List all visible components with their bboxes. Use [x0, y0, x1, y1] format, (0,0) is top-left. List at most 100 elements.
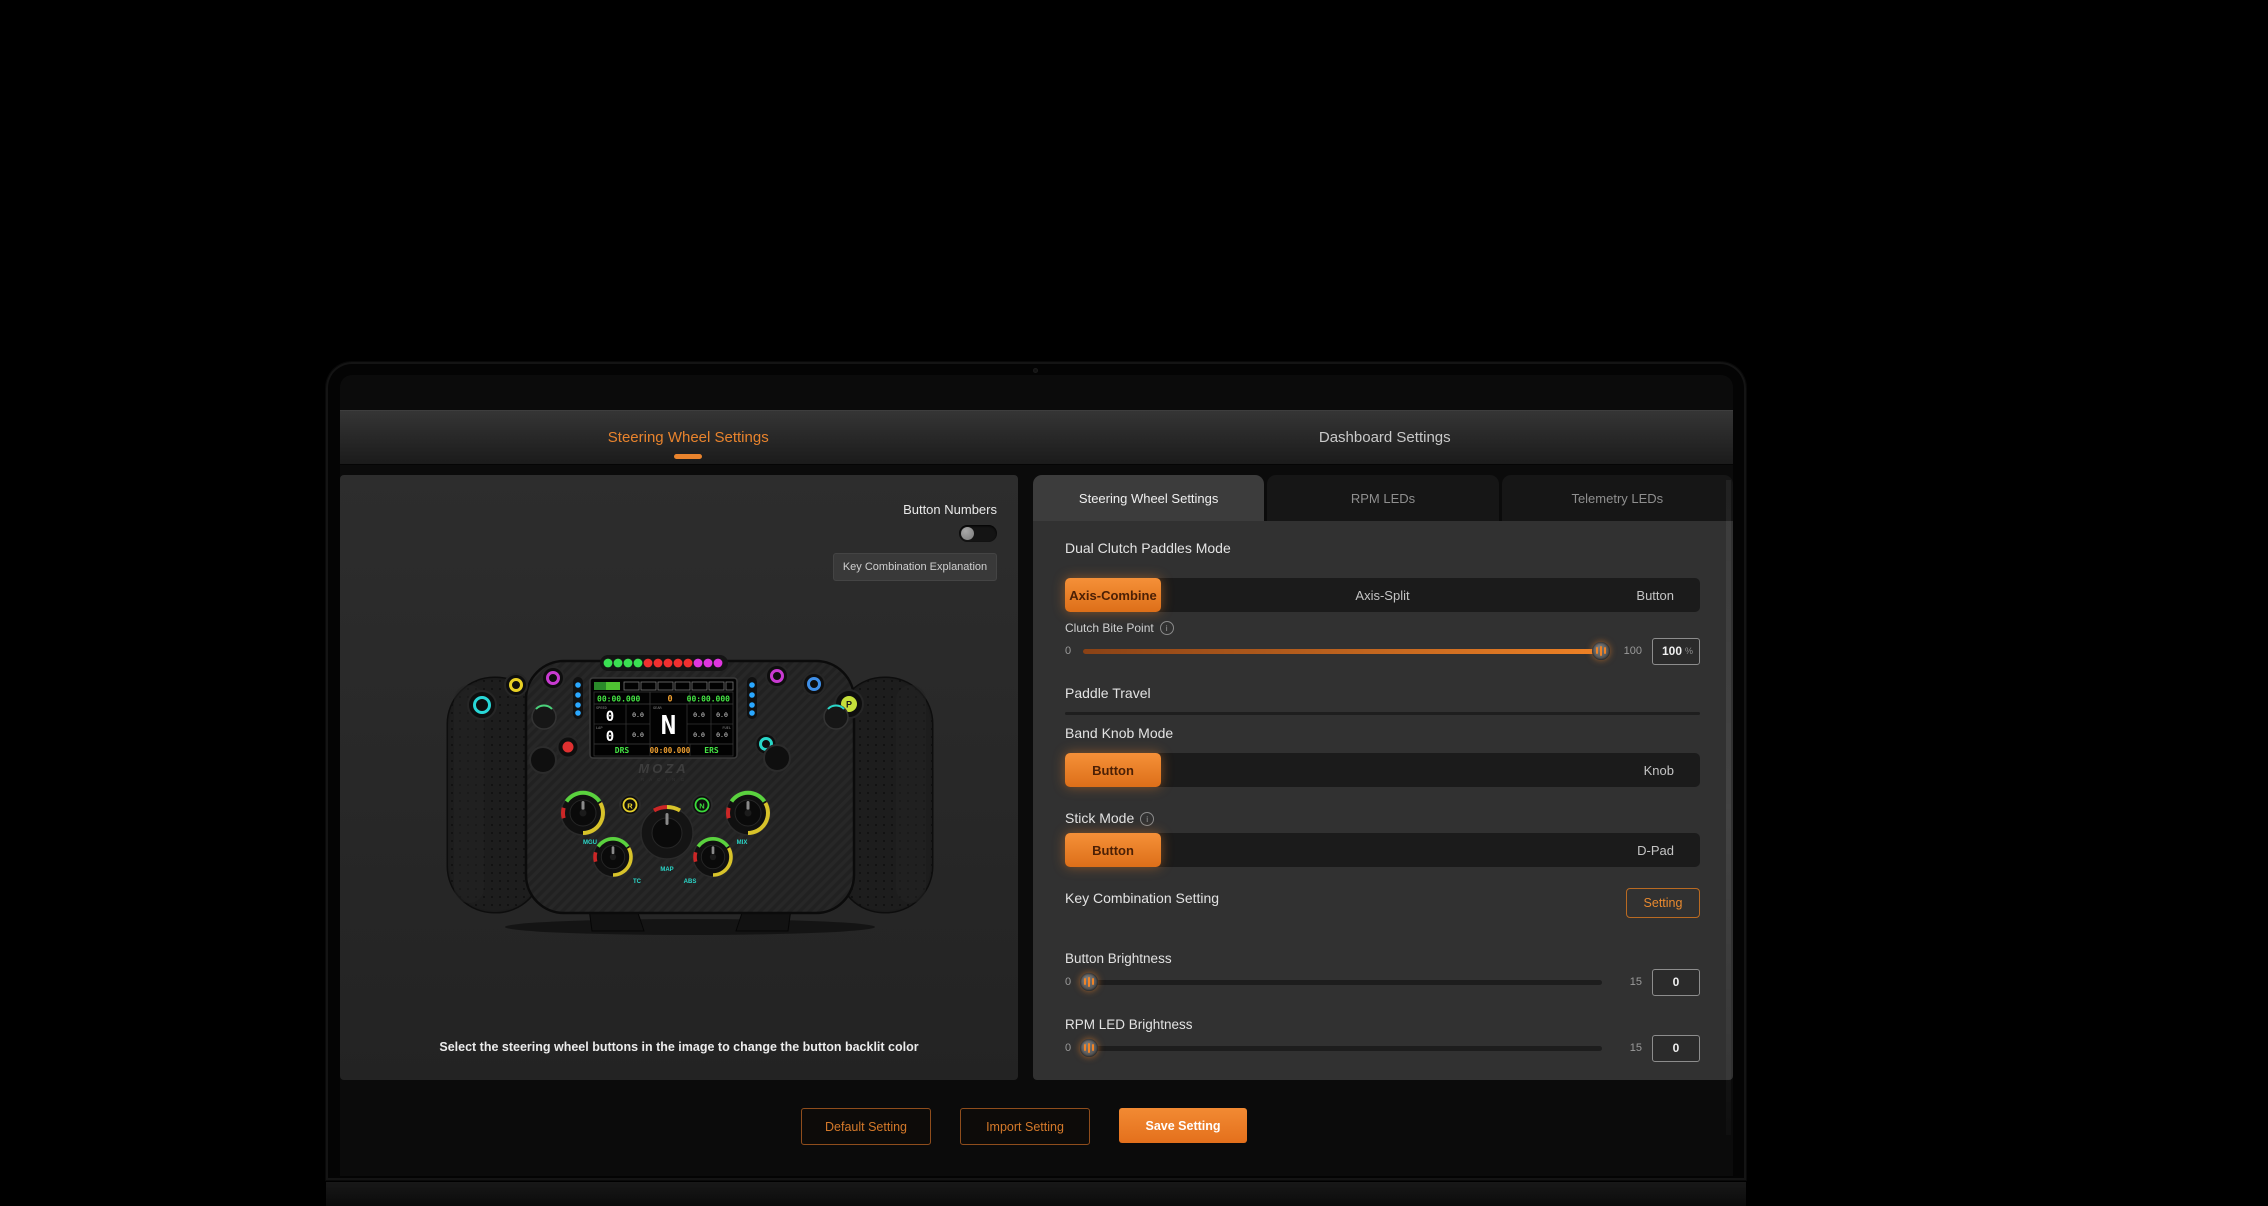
slider-track[interactable]: [1083, 980, 1602, 985]
tab-telemetry-leds[interactable]: Telemetry LEDs: [1502, 475, 1733, 521]
right-funky-switch: [764, 745, 790, 771]
clutch-bite-point-input[interactable]: [1659, 644, 1685, 658]
button-red: [563, 742, 574, 753]
stick-mode-segmented-control: Button D-Pad: [1065, 833, 1700, 867]
svg-text:0: 0: [606, 729, 614, 745]
tab-steering-wheel-settings-inner[interactable]: Steering Wheel Settings: [1033, 475, 1264, 521]
slider-handle[interactable]: [1080, 973, 1098, 991]
mgu-knob: [561, 791, 605, 835]
svg-text:MGU: MGU: [583, 840, 597, 846]
option-dpad[interactable]: D-Pad: [1637, 833, 1674, 867]
svg-text:N: N: [699, 802, 704, 811]
save-setting-button[interactable]: Save Setting: [1119, 1108, 1247, 1143]
option-axis-split[interactable]: Axis-Split: [1065, 578, 1700, 612]
svg-text:MIX: MIX: [737, 840, 748, 846]
svg-text:N: N: [661, 711, 677, 741]
option-stick-button[interactable]: Button: [1065, 833, 1161, 867]
settings-content: Dual Clutch Paddles Mode Axis-Combine Ax…: [1033, 521, 1733, 1080]
slider-track[interactable]: [1083, 1046, 1602, 1051]
active-tab-indicator: [674, 454, 702, 459]
right-flag-leds: [747, 677, 757, 719]
button-brightness-input[interactable]: [1663, 975, 1689, 989]
svg-text:0.0: 0.0: [716, 731, 728, 739]
wheel-caption: Select the steering wheel buttons in the…: [340, 1040, 1018, 1054]
button-brightness-label: Button Brightness: [1065, 951, 1172, 966]
svg-text:0: 0: [667, 695, 672, 705]
app-window: Steering Wheel Settings Dashboard Settin…: [340, 375, 1733, 1176]
rpm-led-brightness-slider: 0 15: [1065, 1037, 1700, 1059]
svg-text:R: R: [627, 802, 633, 811]
left-funky-switch: [530, 747, 556, 773]
svg-text:0.0: 0.0: [632, 711, 644, 719]
info-icon[interactable]: i: [1140, 812, 1154, 826]
tc-knob: [593, 837, 633, 877]
svg-text:0: 0: [606, 709, 614, 725]
rpm-led-brightness-input[interactable]: [1663, 1041, 1689, 1055]
tab-rpm-leds[interactable]: RPM LEDs: [1267, 475, 1498, 521]
screen-edge-glare: [1726, 480, 1731, 1135]
abs-knob: [693, 837, 733, 877]
band-knob-segmented-control: Button Knob: [1065, 753, 1700, 787]
n-button[interactable]: N: [692, 795, 712, 815]
svg-text:ABS: ABS: [684, 879, 697, 885]
toggle-knob: [961, 527, 974, 540]
tab-dashboard-settings[interactable]: Dashboard Settings: [1037, 411, 1734, 464]
info-icon[interactable]: i: [1160, 621, 1174, 635]
button-numbers-toggle[interactable]: [959, 525, 997, 542]
slider-max-label: 15: [1614, 976, 1642, 988]
top-tab-bar: Steering Wheel Settings Dashboard Settin…: [340, 410, 1733, 465]
option-knob[interactable]: Knob: [1644, 753, 1674, 787]
svg-text:0.0: 0.0: [693, 711, 705, 719]
clutch-bite-point-value-box: %: [1652, 638, 1700, 665]
svg-text:0.0: 0.0: [716, 711, 728, 719]
clutch-bite-point-label: Clutch Bite Pointi: [1065, 621, 1174, 635]
slider-min-label: 0: [1065, 976, 1081, 988]
mix-knob: [726, 791, 770, 835]
paddle-travel-track: [1065, 712, 1700, 715]
slider-max-label: 100: [1614, 645, 1642, 657]
svg-text:LAP: LAP: [596, 726, 603, 730]
svg-text:TC: TC: [633, 879, 642, 885]
slider-track[interactable]: [1083, 649, 1602, 654]
svg-text:0.0: 0.0: [632, 731, 644, 739]
key-combination-setting-button[interactable]: Setting: [1626, 888, 1700, 918]
dual-clutch-label: Dual Clutch Paddles Mode: [1065, 540, 1231, 556]
svg-text:00:00.000: 00:00.000: [597, 695, 641, 704]
webcam-dot: [1033, 368, 1038, 373]
paddle-travel-label: Paddle Travel: [1065, 685, 1151, 701]
rpm-led-brightness-label: RPM LED Brightness: [1065, 1017, 1193, 1032]
percent-label: %: [1685, 646, 1693, 656]
svg-text:GEAR: GEAR: [653, 706, 662, 710]
svg-text:DRS: DRS: [615, 746, 630, 755]
racing-logo-sub: R A C I N G: [641, 777, 686, 782]
settings-tab-bar: Steering Wheel Settings RPM LEDs Telemet…: [1033, 475, 1733, 521]
button-brightness-slider: 0 15: [1065, 971, 1700, 993]
option-button[interactable]: Button: [1636, 578, 1674, 612]
tab-label: Dashboard Settings: [1319, 429, 1451, 446]
rpm-led-brightness-value-box: [1652, 1035, 1700, 1062]
slider-handle[interactable]: [1080, 1039, 1098, 1057]
button-brightness-value-box: [1652, 969, 1700, 996]
wheel-preview-panel: Button Numbers Key Combination Explanati…: [340, 475, 1018, 1080]
tab-steering-wheel-settings[interactable]: Steering Wheel Settings: [340, 411, 1037, 464]
moza-logo: MOZA: [638, 761, 688, 776]
dashboard-screen: 00:00.000 0 00:00.000 SPEED 0 0.0 GEAR N: [590, 678, 737, 758]
dual-clutch-segmented-control: Axis-Combine Axis-Split Button: [1065, 578, 1700, 612]
svg-text:0.0: 0.0: [693, 731, 705, 739]
svg-text:FUEL: FUEL: [722, 726, 731, 730]
button-numbers-label: Button Numbers: [903, 502, 997, 517]
slider-min-label: 0: [1065, 1042, 1081, 1054]
option-band-button[interactable]: Button: [1065, 753, 1161, 787]
default-setting-button[interactable]: Default Setting: [801, 1108, 931, 1145]
clutch-bite-point-slider: 0 100 %: [1065, 640, 1700, 662]
tab-label: Steering Wheel Settings: [608, 429, 769, 446]
laptop-hinge: [326, 1181, 1746, 1206]
r-button[interactable]: R: [620, 795, 640, 815]
key-combination-explanation-button[interactable]: Key Combination Explanation: [833, 553, 997, 581]
svg-text:ERS: ERS: [704, 746, 719, 755]
import-setting-button[interactable]: Import Setting: [960, 1108, 1090, 1145]
stick-mode-label: Stick Modei: [1065, 810, 1154, 826]
steering-wheel-image[interactable]: 00:00.000 0 00:00.000 SPEED 0 0.0 GEAR N: [440, 645, 940, 935]
slider-handle[interactable]: [1592, 642, 1610, 660]
svg-text:00:00.000: 00:00.000: [687, 695, 731, 704]
